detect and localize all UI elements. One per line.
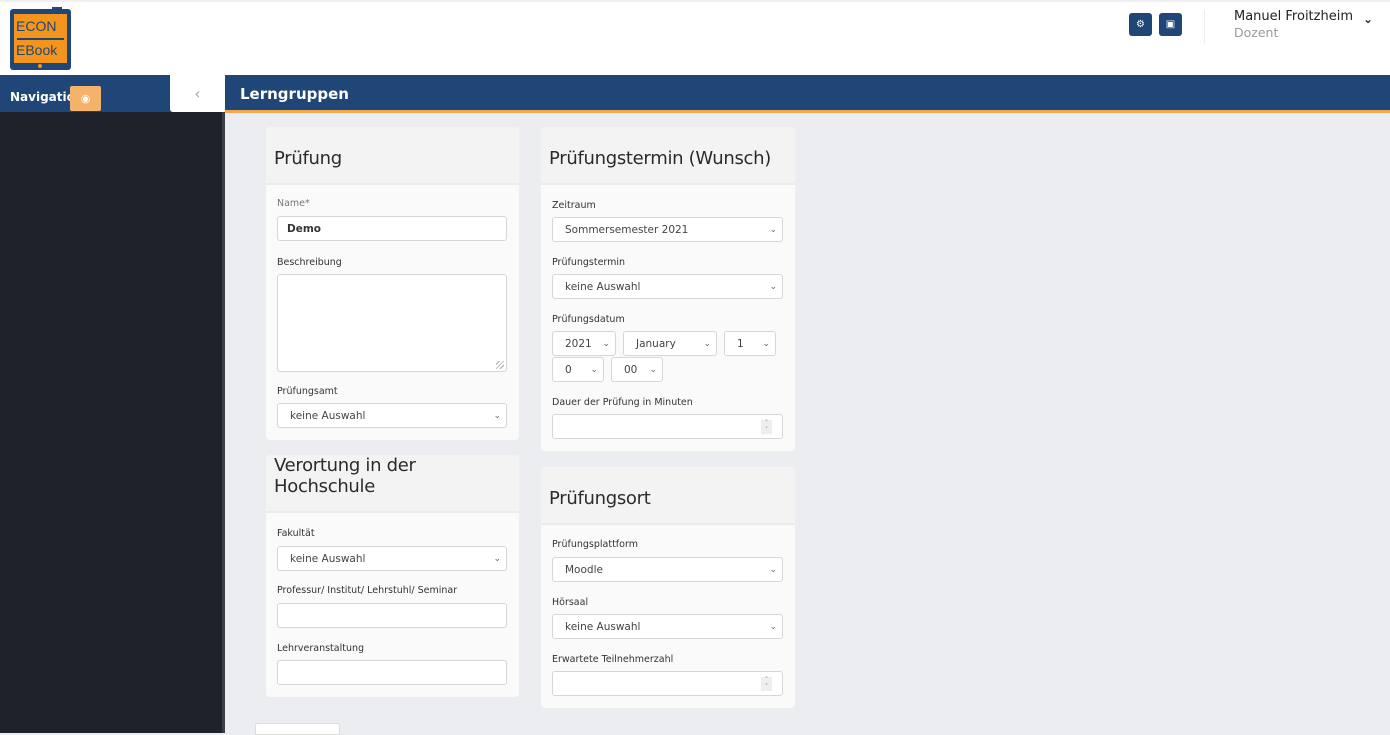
zeitraum-select[interactable]: Sommersemester 2021 ⌄ [552,217,783,242]
number-spinner-icon[interactable]: ˄ ˅ [761,676,772,691]
card-header: Verortung in der Hochschule [266,455,519,513]
navigation-toggle-button[interactable]: ◉ [70,86,101,111]
chevron-down-icon: ⌄ [703,338,711,349]
pruefungstermin-label: Prüfungstermin [552,257,626,268]
logo-inner: ECON EBook [14,14,67,63]
fakultaet-value: keine Auswahl [290,552,366,565]
professur-label: Professur/ Institut/ Lehrstuhl/ Seminar [277,585,458,596]
zeitraum-value: Sommersemester 2021 [565,223,689,236]
year-select[interactable]: 2021 ⌄ [552,331,616,356]
card-header: Prüfungstermin (Wunsch) [541,127,795,185]
fakultaet-label: Fakultät [277,528,315,539]
chevron-down-icon: ⌄ [493,553,501,564]
card-header: Prüfungsort [541,467,795,525]
zeitraum-label: Zeitraum [552,200,596,211]
plattform-select[interactable]: Moodle ⌄ [552,557,783,582]
pruefungsamt-select[interactable]: keine Auswahl ⌄ [277,403,507,428]
report-icon: ▣ [1165,19,1176,30]
minute-value: 00 [624,363,638,376]
year-value: 2021 [565,337,592,350]
user-name[interactable]: Manuel Froitzheim [1234,9,1353,24]
hour-select[interactable]: 0 ⌄ [552,357,604,382]
hour-value: 0 [565,363,572,376]
card-title-pruefung: Prüfung [274,148,342,169]
logo-tab [52,7,62,10]
spinner-down-icon[interactable]: ˅ [761,426,772,434]
sidebar [0,112,222,733]
dauer-label: Dauer der Prüfung in Minuten [552,397,693,408]
plattform-label: Prüfungsplattform [552,539,638,550]
dauer-number-input[interactable]: ˄ ˅ [552,414,783,439]
beschreibung-textarea[interactable] [277,274,507,372]
fakultaet-select[interactable]: keine Auswahl ⌄ [277,546,507,571]
chevron-down-icon: ⌄ [769,621,777,632]
hoersaal-value: keine Auswahl [565,620,641,633]
user-menu-chevron-down-icon[interactable]: ⌄ [1363,12,1373,26]
econ-ebook-logo[interactable]: ECON EBook [10,7,71,70]
card-header: Prüfung [266,127,519,185]
beschreibung-label: Beschreibung [277,257,342,268]
name-input-value: Demo [287,222,321,235]
pruefungsamt-label: Prüfungsamt [277,386,338,397]
pruefungstermin-select[interactable]: keine Auswahl ⌄ [552,274,783,299]
logo-dot [38,64,42,68]
lehrveranstaltung-input[interactable] [277,660,507,685]
teilnehmer-number-input[interactable]: ˄ ˅ [552,671,783,696]
day-select[interactable]: 1 ⌄ [724,331,776,356]
logo-text-econ: ECON [16,18,57,34]
page-title-bar [225,75,1390,113]
chevron-down-icon: ⌄ [769,564,777,575]
card-title-pruefungsort: Prüfungsort [549,488,651,509]
month-value: January [636,337,676,350]
chevron-down-icon: ⌄ [762,338,770,349]
number-spinner-icon[interactable]: ˄ ˅ [761,419,772,434]
chevron-down-icon: ⌄ [590,364,598,375]
teilnehmer-label: Erwartete Teilnehmerzahl [552,654,674,665]
minute-select[interactable]: 00 ⌄ [611,357,663,382]
briefcase-settings-button[interactable]: ⚙ [1129,13,1152,36]
lehrveranstaltung-label: Lehrveranstaltung [277,643,365,654]
hoersaal-label: Hörsaal [552,597,589,608]
pruefungsdatum-label: Prüfungsdatum [552,314,625,325]
eye-icon: ◉ [80,92,91,105]
chevron-down-icon: ⌄ [769,224,777,235]
sidebar-collapse-button[interactable]: ‹ [170,75,225,112]
page-title: Lerngruppen [240,85,349,103]
spinner-down-icon[interactable]: ˅ [761,683,772,691]
name-input[interactable]: Demo [277,216,507,241]
day-value: 1 [737,337,744,350]
briefcase-settings-icon: ⚙ [1136,19,1145,30]
top-header [0,0,1390,75]
card-title-pruefungstermin: Prüfungstermin (Wunsch) [549,148,771,169]
card-title-verortung: Verortung in der Hochschule [274,455,416,497]
hoersaal-select[interactable]: keine Auswahl ⌄ [552,614,783,639]
pruefungsamt-value: keine Auswahl [290,409,366,422]
resize-handle-icon[interactable] [496,361,504,369]
plattform-value: Moodle [565,563,603,576]
sidebar-edge [222,112,225,733]
chevron-down-icon: ⌄ [649,364,657,375]
professur-input[interactable] [277,603,507,628]
report-button[interactable]: ▣ [1159,13,1182,36]
month-select[interactable]: January ⌄ [623,331,717,356]
chevron-left-icon: ‹ [194,84,201,103]
chevron-down-icon: ⌄ [493,410,501,421]
header-divider [1204,10,1205,44]
logo-text-ebook: EBook [16,42,58,58]
name-label: Name* [277,198,310,209]
chevron-down-icon: ⌄ [602,338,610,349]
user-role: Dozent [1234,25,1279,40]
pruefungstermin-value: keine Auswahl [565,280,641,293]
submit-button-partial[interactable] [255,723,340,735]
chevron-down-icon: ⌄ [769,281,777,292]
logo-divider [17,38,64,40]
